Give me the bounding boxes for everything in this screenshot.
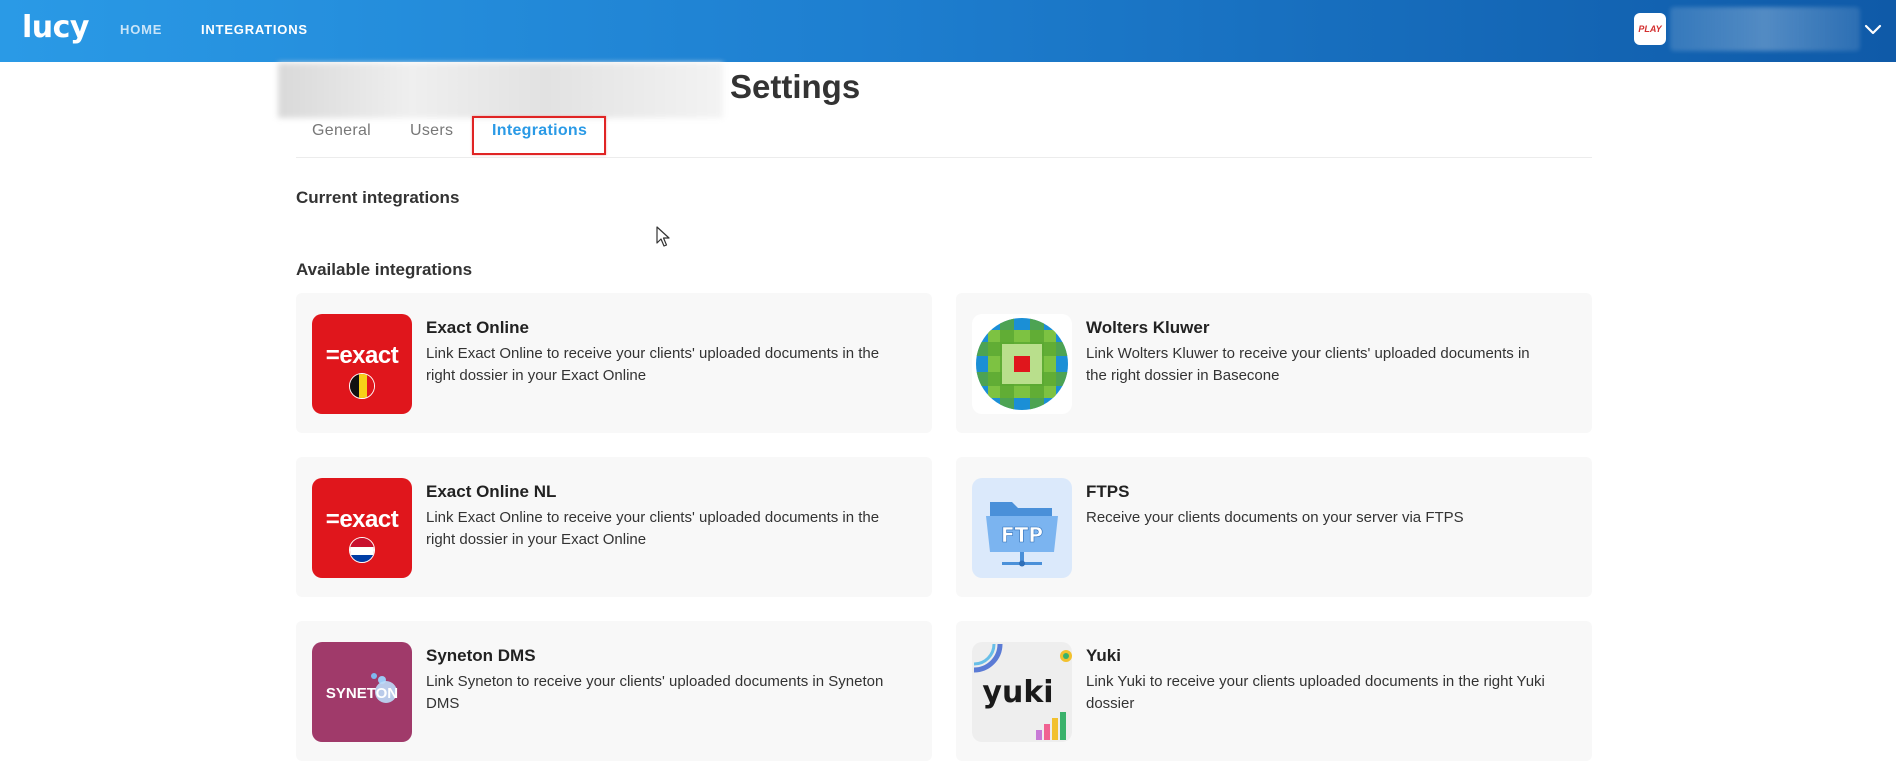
svg-text:yuki: yuki: [982, 675, 1053, 710]
syneton-logo: SYNETON: [312, 642, 412, 742]
integration-card-exact-online-nl[interactable]: =exact Exact Online NL Link Exact Online…: [296, 457, 932, 597]
integration-description: Link Exact Online to receive your client…: [426, 509, 880, 548]
belgium-flag-icon: [349, 373, 375, 399]
lucy-logo[interactable]: lucy: [22, 10, 89, 45]
integration-title: Exact Online NL: [426, 482, 557, 501]
tab-highlight-box: [472, 116, 606, 155]
integration-description: Receive your clients documents on your s…: [1086, 509, 1464, 526]
integration-description: Link Yuki to receive your clients upload…: [1086, 673, 1545, 712]
page-title: Settings: [730, 68, 861, 105]
svg-text:SYNETON: SYNETON: [326, 685, 398, 702]
exact-online-nl-logo: =exact: [312, 478, 412, 578]
nav-home-link[interactable]: HOME: [120, 22, 162, 37]
integration-card-syneton-dms[interactable]: SYNETON Syneton DMS Link Syneton to rece…: [296, 621, 932, 761]
svg-text:FTP: FTP: [1001, 523, 1043, 547]
tab-general[interactable]: General: [312, 122, 371, 140]
account-avatar[interactable]: PLAY: [1634, 13, 1666, 45]
netherlands-flag-icon: [349, 537, 375, 563]
account-name-redacted[interactable]: [1670, 7, 1860, 51]
current-integrations-heading: Current integrations: [296, 188, 460, 207]
wolters-kluwer-logo: [972, 314, 1072, 414]
exact-online-belgium-logo: =exact: [312, 314, 412, 414]
integration-card-ftps[interactable]: FTP FTPS Receive your clients documents …: [956, 457, 1592, 597]
nav-integrations-link[interactable]: INTEGRATIONS: [201, 22, 308, 37]
integration-card-wolters-kluwer[interactable]: Wolters Kluwer Link Wolters Kluwer to re…: [956, 293, 1592, 433]
mouse-cursor-icon: [656, 226, 670, 247]
integration-title: Yuki: [1086, 646, 1121, 665]
yuki-logo: yuki: [972, 642, 1072, 742]
integration-title: FTPS: [1086, 482, 1130, 501]
integration-card-exact-online[interactable]: =exact Exact Online Link Exact Online to…: [296, 293, 932, 433]
integration-description: Link Syneton to receive your clients' up…: [426, 673, 884, 712]
tab-users[interactable]: Users: [410, 122, 453, 140]
integration-title: Exact Online: [426, 318, 529, 337]
ftp-folder-logo: FTP: [972, 478, 1072, 578]
chevron-down-icon[interactable]: [1862, 18, 1884, 40]
top-nav-bar: lucy HOME INTEGRATIONS PLAY: [0, 0, 1896, 62]
available-integrations-heading: Available integrations: [296, 260, 473, 279]
integration-card-yuki[interactable]: yuki Yuki Link Yuki to receive your clie…: [956, 621, 1592, 761]
integration-title: Syneton DMS: [426, 646, 536, 665]
integration-title: Wolters Kluwer: [1086, 318, 1210, 337]
organization-name-redacted: [278, 63, 723, 118]
integration-description: Link Exact Online to receive your client…: [426, 345, 880, 384]
integration-description: Link Wolters Kluwer to receive your clie…: [1086, 345, 1530, 384]
